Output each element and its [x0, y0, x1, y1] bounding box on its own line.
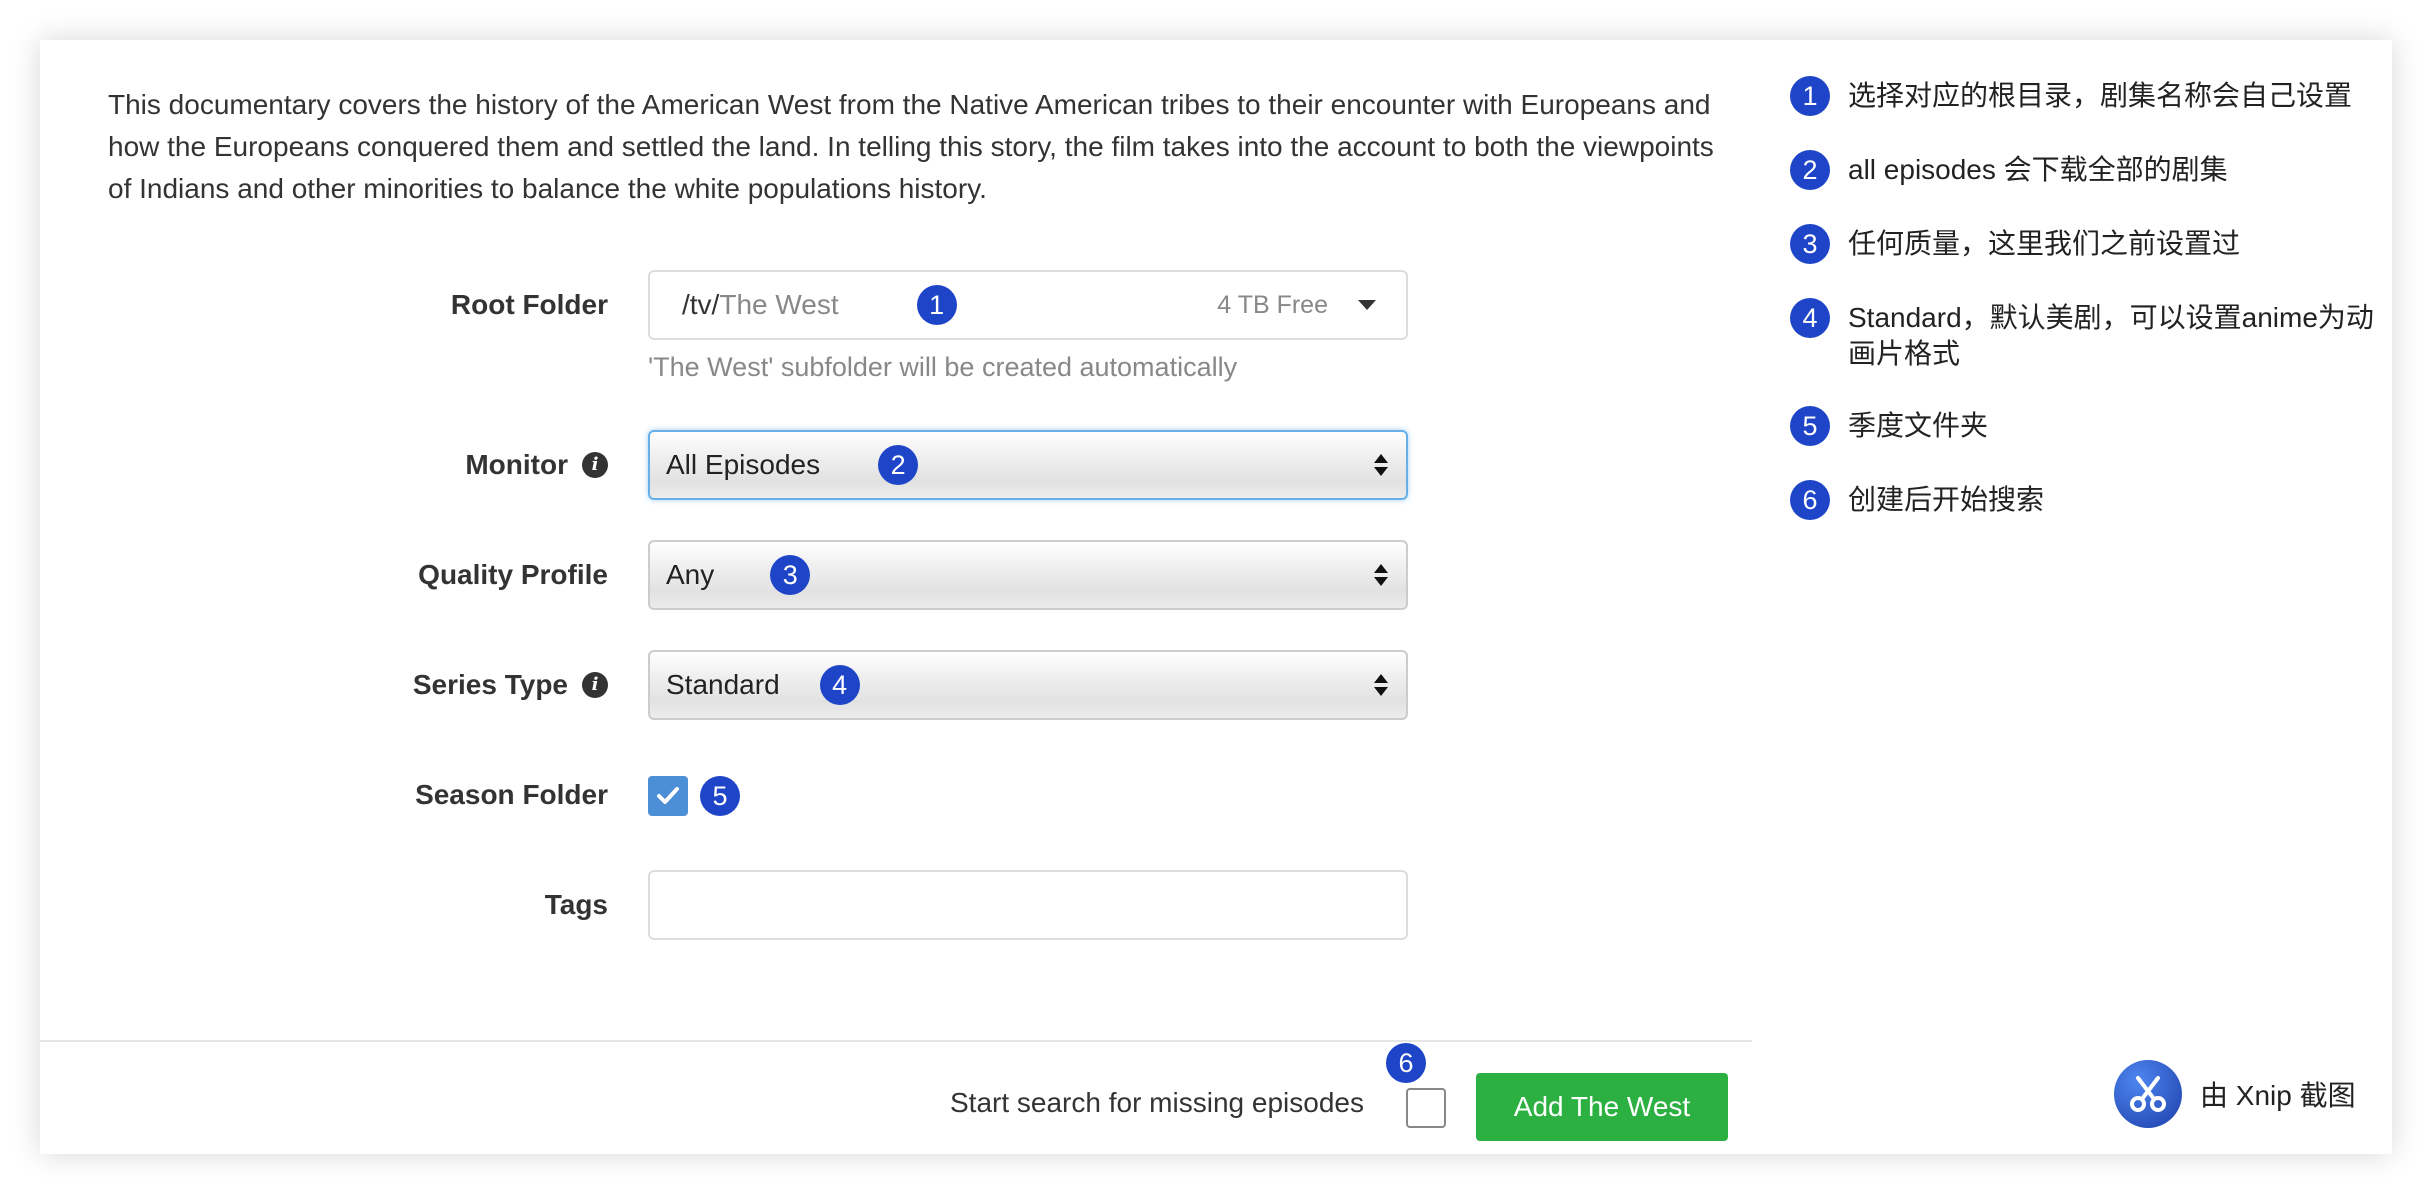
tags-label-text: Tags: [544, 889, 608, 920]
note-text: all episodes 会下载全部的剧集: [1848, 154, 2228, 185]
monitor-row: Monitor i All Episodes 2: [0, 430, 1750, 500]
note-item: 6 创建后开始搜索: [1790, 480, 2380, 520]
root-folder-select[interactable]: /tv/The West 1 4 TB Free: [648, 270, 1408, 340]
marker-4: 4: [819, 665, 860, 705]
select-arrows-icon: [1374, 564, 1388, 586]
scissors-icon: [2114, 1060, 2182, 1128]
marker-6: 6: [1386, 1043, 1426, 1083]
monitor-select[interactable]: All Episodes 2: [648, 430, 1408, 500]
marker-5: 5: [700, 776, 740, 816]
checkmark-icon: [657, 787, 679, 804]
search-missing-checkbox[interactable]: [1406, 1088, 1446, 1128]
note-number: 1: [1790, 76, 1830, 116]
season-folder-label-text: Season Folder: [415, 779, 608, 810]
tags-label: Tags: [545, 870, 608, 940]
series-type-select[interactable]: Standard 4: [648, 650, 1408, 720]
marker-2: 2: [878, 445, 919, 485]
note-text: 创建后开始搜索: [1848, 484, 2045, 515]
root-folder-subfolder: The West: [719, 289, 839, 320]
note-text: 季度文件夹: [1848, 410, 1989, 441]
marker-3: 3: [770, 555, 811, 595]
note-item: 2 all episodes 会下载全部的剧集: [1790, 150, 2380, 190]
note-number: 6: [1790, 480, 1830, 520]
season-folder-label: Season Folder: [415, 760, 608, 830]
season-folder-checkbox[interactable]: [648, 776, 688, 816]
quality-profile-label: Quality Profile: [418, 540, 608, 610]
note-item: 1 选择对应的根目录，剧集名称会自己设置: [1790, 76, 2380, 116]
quality-profile-label-text: Quality Profile: [418, 559, 608, 590]
tags-row: Tags: [0, 870, 1750, 940]
xnip-watermark: 由 Xnip 截图: [2114, 1060, 2356, 1128]
note-number: 3: [1790, 224, 1830, 264]
series-type-value: Standard: [666, 669, 780, 700]
tags-input[interactable]: [648, 870, 1408, 940]
annotation-notes: 1 选择对应的根目录，剧集名称会自己设置 2 all episodes 会下载全…: [1790, 76, 2380, 556]
root-folder-path: /tv/: [682, 289, 720, 320]
select-arrows-icon: [1374, 674, 1388, 696]
note-text: 任何质量，这里我们之前设置过: [1848, 228, 2241, 259]
season-folder-row: Season Folder 5: [0, 760, 1750, 830]
note-item: 4 Standard，默认美剧，可以设置anime为动画片格式: [1790, 298, 2380, 372]
root-folder-label-text: Root Folder: [450, 289, 608, 320]
series-type-row: Series Type i Standard 4: [0, 650, 1750, 720]
note-text: 选择对应的根目录，剧集名称会自己设置: [1848, 80, 2353, 111]
add-series-button[interactable]: Add The West: [1476, 1073, 1728, 1141]
series-overview: This documentary covers the history of t…: [108, 89, 1714, 204]
watermark-text: 由 Xnip 截图: [2200, 1080, 2356, 1111]
select-arrows-icon: [1374, 454, 1388, 476]
monitor-value: All Episodes: [666, 449, 821, 480]
caret-down-icon: [1358, 300, 1376, 310]
monitor-label-text: Monitor: [465, 449, 568, 480]
note-item: 3 任何质量，这里我们之前设置过: [1790, 224, 2380, 264]
monitor-label: Monitor i: [465, 430, 608, 500]
note-text: Standard，默认美剧，可以设置anime为动画片格式: [1848, 302, 2374, 369]
quality-profile-value: Any: [666, 559, 715, 590]
footer-divider: [40, 1040, 1752, 1042]
note-number: 4: [1790, 298, 1830, 338]
search-missing-label: Start search for missing episodes: [950, 1087, 1364, 1118]
root-folder-free-space: 4 TB Free: [1217, 290, 1328, 319]
info-icon[interactable]: i: [582, 452, 608, 478]
root-folder-hint: 'The West' subfolder will be created aut…: [648, 352, 1238, 382]
note-item: 5 季度文件夹: [1790, 406, 2380, 446]
series-type-label-text: Series Type: [412, 669, 568, 700]
root-folder-label: Root Folder: [451, 270, 608, 340]
quality-profile-select[interactable]: Any 3: [648, 540, 1408, 610]
note-number: 2: [1790, 150, 1830, 190]
quality-profile-row: Quality Profile Any 3: [0, 540, 1750, 610]
note-number: 5: [1790, 406, 1830, 446]
marker-1: 1: [916, 285, 957, 325]
root-folder-row: Root Folder /tv/The West 1 4 TB Free: [0, 270, 1750, 340]
series-type-label: Series Type i: [413, 650, 608, 720]
info-icon[interactable]: i: [582, 672, 608, 698]
